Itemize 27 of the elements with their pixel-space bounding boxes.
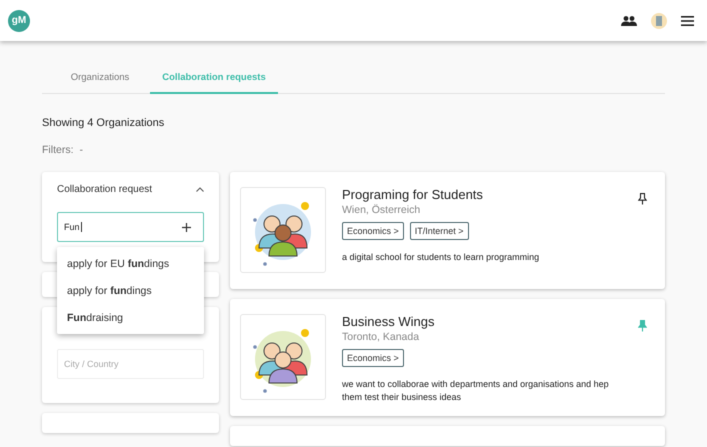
organization-card[interactable]: Programing for Students Wien, Österreich Economics > IT/Internet > a digital school for students to learn programming (230, 172, 665, 289)
organization-location: Wien, Österreich (342, 204, 422, 216)
menu-icon[interactable] (681, 16, 694, 26)
organization-name[interactable]: Programing for Students (342, 187, 638, 202)
request-input-field[interactable]: Fun (57, 212, 204, 242)
category-tag[interactable]: IT/Internet > (410, 222, 469, 240)
organization-description: we want to collaborae with departments and organisations and hep them test their business ideas (342, 378, 610, 404)
chevron-up-icon[interactable] (196, 187, 204, 192)
results-count: Showing 4 Organizations (42, 117, 166, 129)
organization-card[interactable]: Business Wings Toronto, Kanada Economics > we want to collaborae with departments and organisations and hep them test their business ideas (230, 299, 665, 416)
organization-name[interactable]: Business Wings (342, 314, 638, 329)
category-tag[interactable]: Economics > (342, 222, 404, 240)
pin-icon[interactable] (638, 193, 647, 205)
category-tag[interactable]: Economics > (342, 349, 404, 367)
suggestion-item[interactable]: Fundraising (57, 304, 204, 331)
filters-value: - (80, 144, 83, 156)
organization-location: Toronto, Kanada (342, 331, 420, 343)
tab[interactable]: Organizations (50, 61, 150, 94)
suggestion-item[interactable]: apply for EU fundings (57, 250, 204, 277)
people-icon[interactable] (621, 16, 637, 26)
organization-description: a digital school for students to learn programming (342, 251, 540, 264)
suggestion-item[interactable]: apply for fundings (57, 277, 204, 304)
filter-title: Collaboration request (57, 184, 152, 195)
filters-label: Filters: (42, 144, 74, 156)
location-input-field[interactable]: City / Country (57, 349, 204, 379)
plus-icon[interactable] (182, 222, 191, 232)
avatar-icon[interactable] (651, 12, 667, 28)
